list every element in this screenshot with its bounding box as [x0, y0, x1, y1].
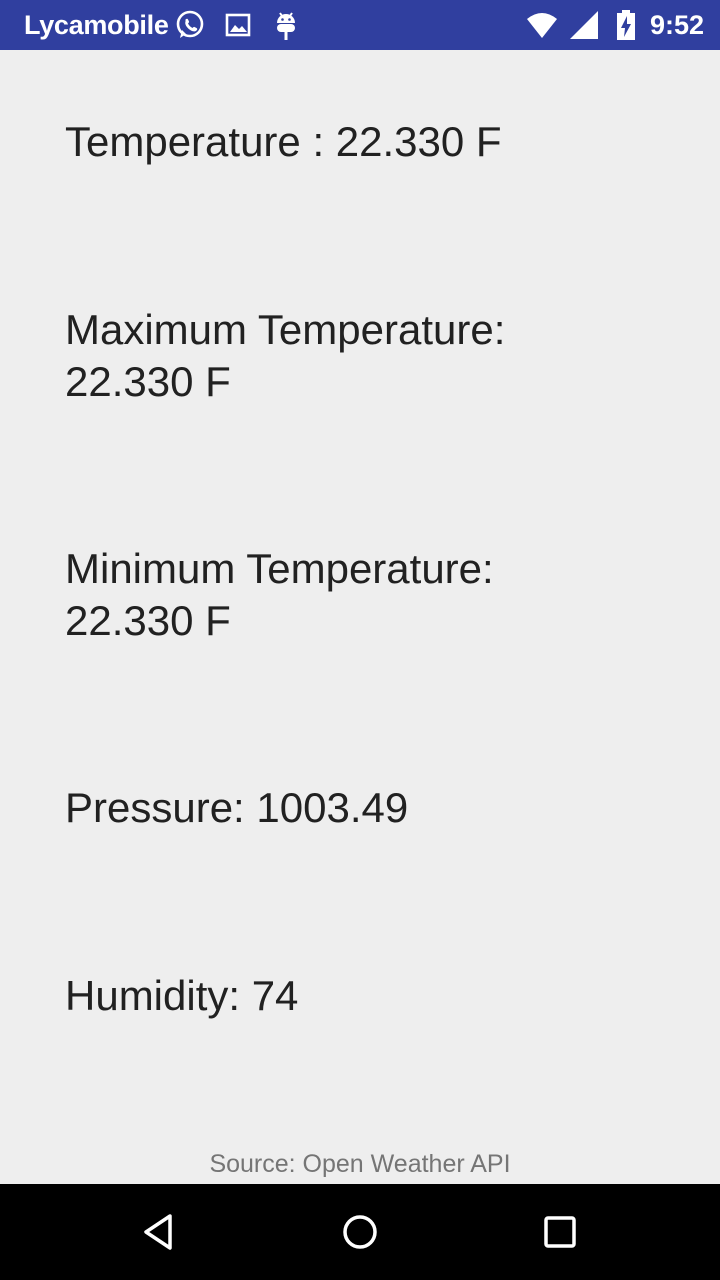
cell-signal-icon — [568, 9, 600, 41]
pressure-text: Pressure: 1003.49 — [65, 784, 409, 831]
source-attribution: Source: Open Weather API — [209, 1150, 511, 1178]
android-debug-icon — [270, 9, 302, 41]
status-clock: 9:52 — [649, 10, 704, 40]
back-icon[interactable] — [136, 1208, 184, 1256]
battery-charging-icon — [610, 9, 642, 41]
image-icon — [222, 9, 254, 41]
recents-icon[interactable] — [536, 1208, 584, 1256]
wifi-icon — [526, 9, 558, 41]
min-temperature-value: 22.330 F — [65, 597, 231, 644]
carrier-name: Lycamobile — [24, 10, 169, 40]
max-temperature-text: Maximum Temperature: 22.330 F — [65, 304, 625, 408]
temperature-text: Temperature : 22.330 F — [65, 118, 502, 165]
weather-content: Temperature : 22.330 F Maximum Temperatu… — [0, 50, 720, 1184]
min-temperature-label: Minimum Temperature: — [65, 545, 494, 592]
humidity-text: Humidity: 74 — [65, 972, 299, 1019]
max-temperature-value: 22.330 F — [65, 358, 231, 405]
min-temperature-text: Minimum Temperature: 22.330 F — [65, 543, 625, 647]
max-temperature-label: Maximum Temperature: — [65, 306, 506, 353]
navigation-bar — [0, 1184, 720, 1280]
status-bar: Lycamobile 9:52 — [0, 0, 720, 50]
whatsapp-icon — [174, 9, 206, 41]
home-icon[interactable] — [336, 1208, 384, 1256]
